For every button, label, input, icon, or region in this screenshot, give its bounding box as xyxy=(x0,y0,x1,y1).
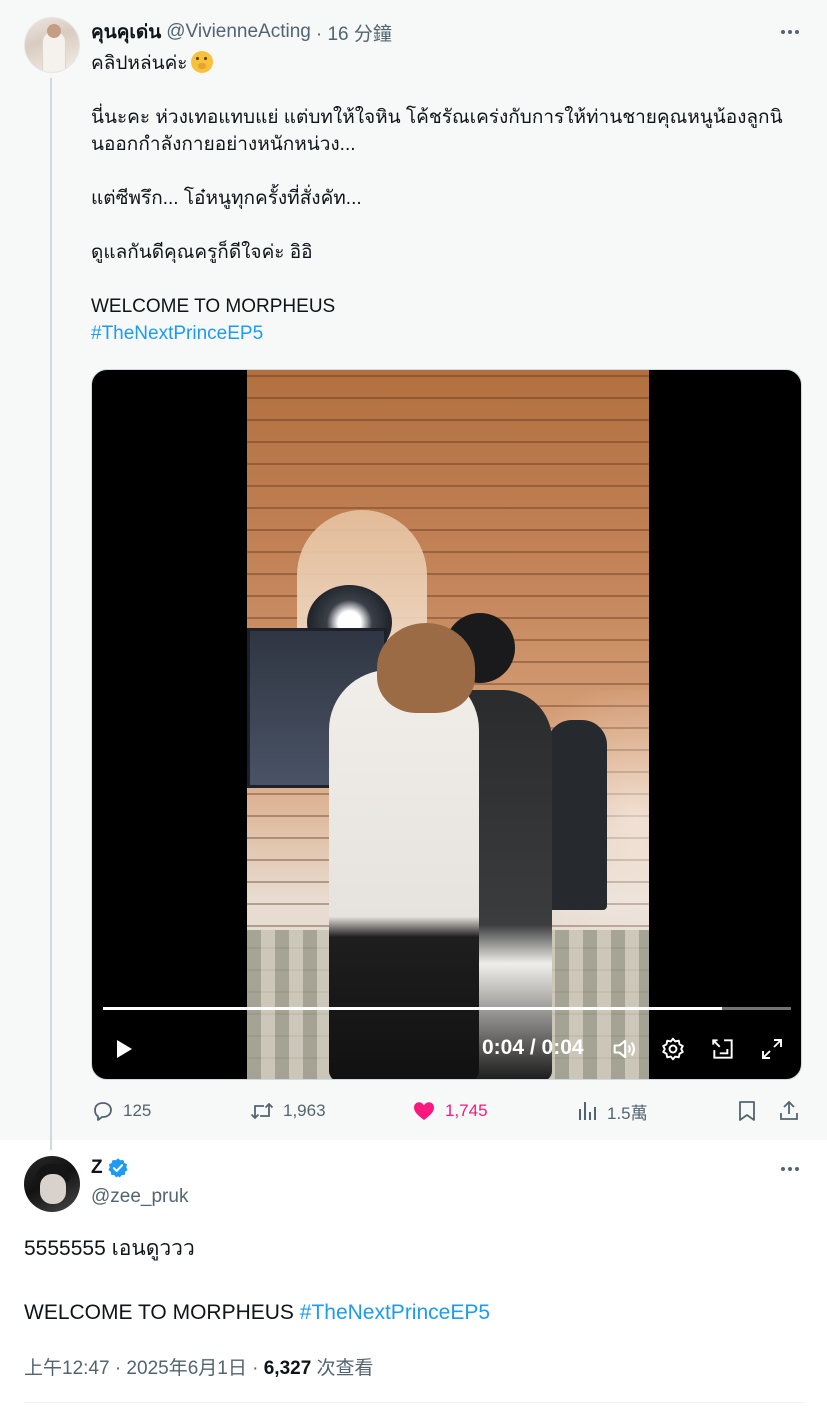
tweet-text: 5555555 เอนดูววว WELCOME TO MORPHEUS #Th… xyxy=(24,1234,804,1328)
video-progress-fill xyxy=(103,1007,723,1010)
video-frame xyxy=(247,370,649,1079)
person-left xyxy=(329,670,479,1079)
repost-count: 1,963 xyxy=(283,1101,326,1120)
hashtag-link[interactable]: #TheNextPrinceEP5 xyxy=(300,1301,490,1324)
divider xyxy=(24,1402,804,1403)
avatar-figure xyxy=(43,32,65,72)
display-name[interactable]: คุนคุเด่น xyxy=(91,17,161,47)
tweet-line: 5555555 เอนดูววว xyxy=(24,1237,195,1260)
view-count: 6,327 xyxy=(263,1358,312,1379)
settings-icon[interactable] xyxy=(656,1032,690,1066)
analytics-icon xyxy=(579,1102,596,1120)
heart-icon xyxy=(414,1102,434,1120)
tweet-line: คลิปหล่นค่ะ xyxy=(91,53,188,74)
reply-icon xyxy=(94,1102,112,1121)
fullscreen-icon[interactable] xyxy=(755,1032,789,1066)
tweet-meta: 上午12:47 · 2025年6月1日 · 6,327 次查看 xyxy=(24,1353,374,1380)
parent-tweet[interactable]: คุนคุเด่น @VivienneActing · 16 分鐘 คลิปหล… xyxy=(0,0,827,1150)
tweet-line: นี่นะคะ ห่วงเทอแทบแย่ แต่บทให้ใจหิน โค้ช… xyxy=(91,107,783,128)
tweet-actions: 125 1,963 1,745 1.5萬 xyxy=(91,1096,811,1126)
reply-button[interactable]: 125 xyxy=(91,1096,151,1126)
share-icon xyxy=(780,1100,798,1120)
views-button[interactable]: 1.5萬 xyxy=(575,1096,648,1126)
avatar-head xyxy=(47,24,61,38)
tweet-line: ดูแลกันดีคุณครูก็ดีใจค่ะ อิอิ xyxy=(91,242,313,263)
tweet-line: นออกกำลังกายอย่างหนักหน่วง... xyxy=(91,134,356,155)
share-button[interactable] xyxy=(777,1096,809,1126)
repost-button[interactable]: 1,963 xyxy=(249,1096,326,1126)
hashtag-link[interactable]: #TheNextPrinceEP5 xyxy=(91,323,263,344)
tweet-header: คุนคุเด่น @VivienneActing · 16 分鐘 xyxy=(91,17,392,47)
tweet-timestamp[interactable]: 上午12:47 · 2025年6月1日 · xyxy=(24,1358,264,1379)
tweet-time[interactable]: · 16 分鐘 xyxy=(316,19,392,46)
video-progress-bar[interactable] xyxy=(103,1007,791,1010)
avatar-face xyxy=(40,1174,66,1204)
avatar[interactable] xyxy=(24,1156,80,1212)
display-name[interactable]: Z xyxy=(91,1157,103,1179)
person-left-head xyxy=(377,623,475,713)
user-handle[interactable]: @VivienneActing xyxy=(166,21,311,43)
like-button[interactable]: 1,745 xyxy=(411,1096,488,1126)
statue xyxy=(547,720,607,910)
tweet-line: WELCOME TO MORPHEUS xyxy=(24,1301,300,1324)
tweet-text: คลิปหล่นค่ะ นี่นะคะ ห่วงเทอแทบแย่ แต่บทใ… xyxy=(91,50,811,347)
tweet-line: แต่ซีพรึก... โอ๋หนูทุกครั้งที่สั่งคัท... xyxy=(91,188,362,209)
repost-icon xyxy=(250,1102,274,1120)
bookmark-button[interactable] xyxy=(735,1096,767,1126)
more-options-icon[interactable] xyxy=(772,20,808,44)
tweet-line: WELCOME TO MORPHEUS xyxy=(91,296,336,317)
video-time: 0:04 / 0:04 xyxy=(482,1036,584,1059)
bookmark-icon xyxy=(739,1101,755,1121)
like-count: 1,745 xyxy=(445,1101,488,1120)
video-player[interactable]: 0:04 / 0:04 xyxy=(91,369,802,1080)
reply-count: 125 xyxy=(123,1101,152,1120)
pip-icon[interactable] xyxy=(706,1032,740,1066)
more-options-icon[interactable] xyxy=(772,1157,808,1181)
shushing-face-icon xyxy=(191,51,214,73)
verified-badge-icon[interactable] xyxy=(107,1157,129,1179)
thread-line xyxy=(50,78,52,1150)
user-handle[interactable]: @zee_pruk xyxy=(91,1186,188,1208)
view-label: 次查看 xyxy=(311,1358,374,1379)
volume-icon[interactable] xyxy=(607,1032,641,1066)
avatar[interactable] xyxy=(24,17,80,73)
play-icon[interactable] xyxy=(106,1032,140,1066)
views-count: 1.5萬 xyxy=(607,1103,648,1123)
display-name-row: Z xyxy=(91,1157,129,1179)
